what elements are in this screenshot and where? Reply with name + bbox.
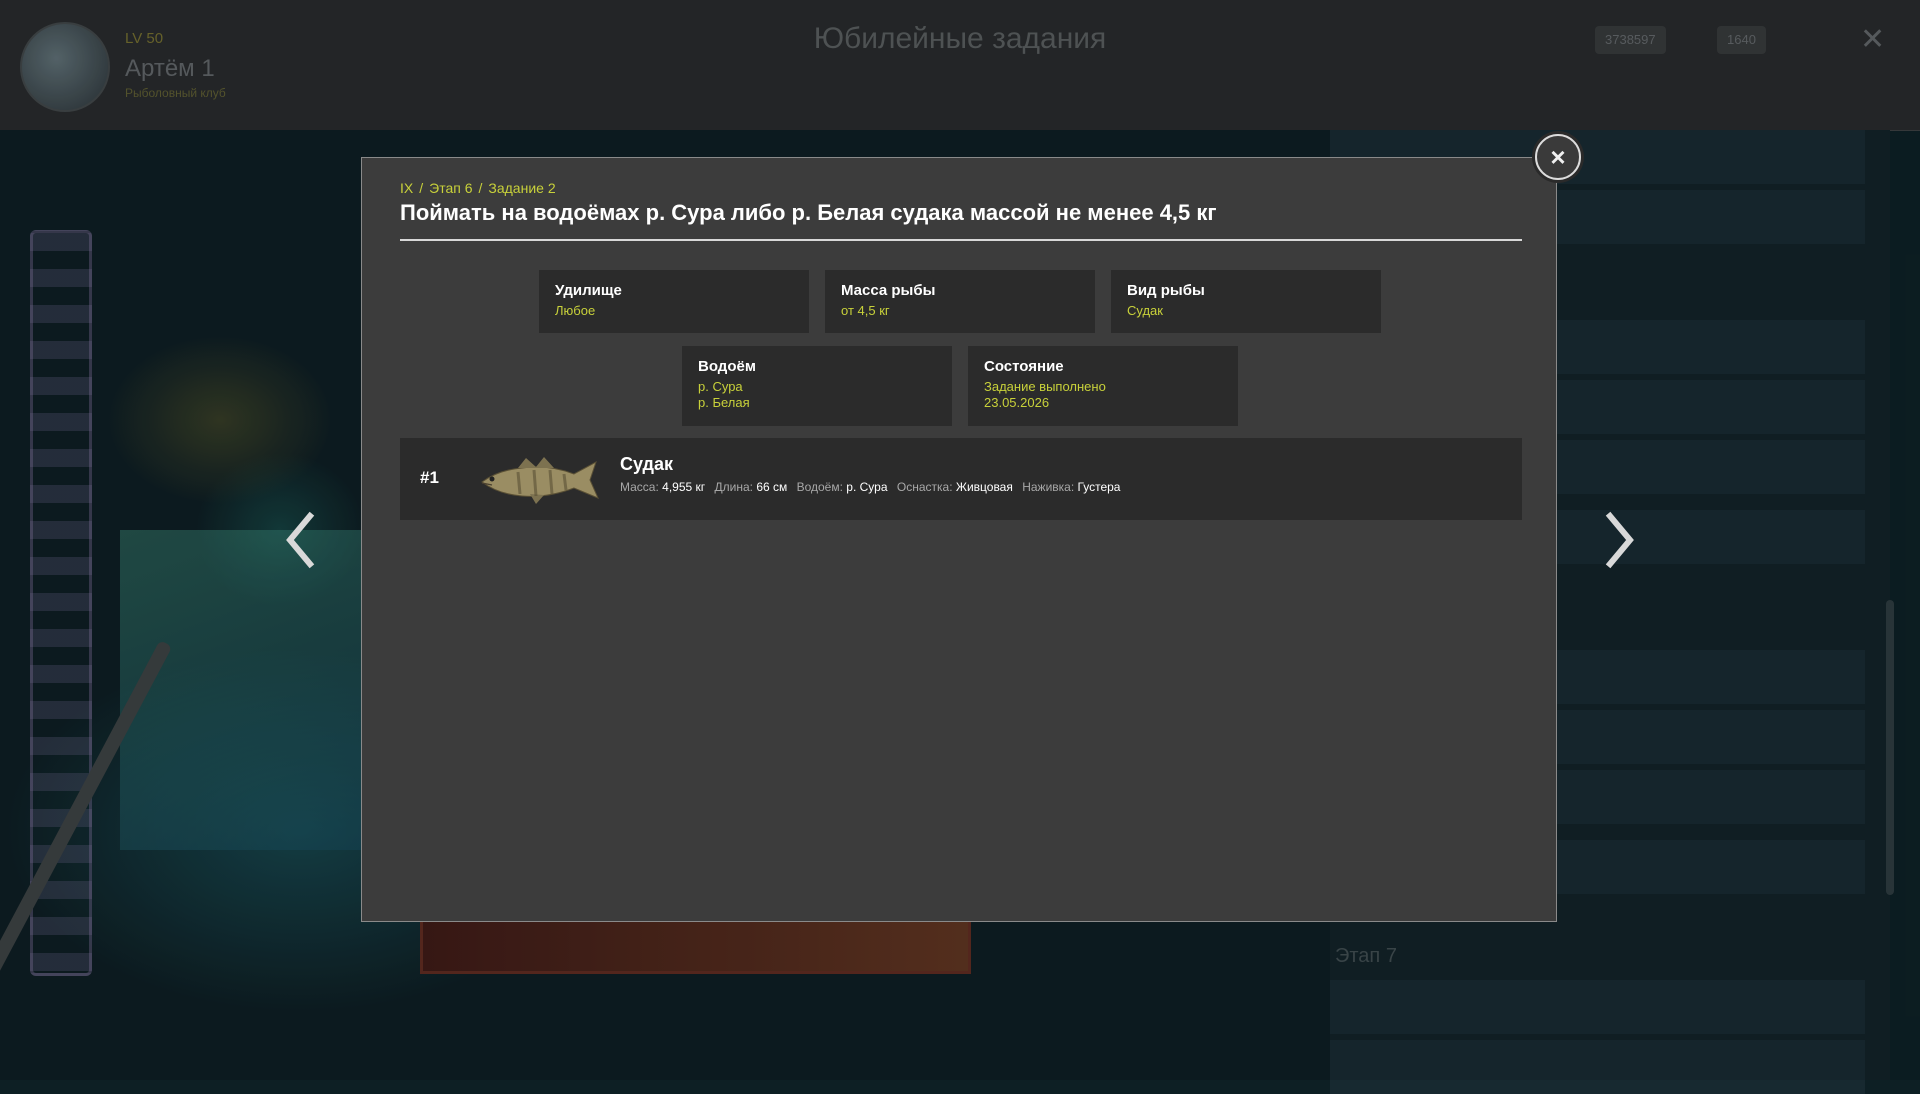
catch-number: #1 xyxy=(420,468,439,487)
mass-label: Масса: xyxy=(620,480,659,494)
condition-fish-mass: Масса рыбы от 4,5 кг xyxy=(825,270,1095,333)
condition-label: Удилище xyxy=(555,282,622,299)
close-icon: × xyxy=(1550,142,1566,172)
condition-label: Водоём xyxy=(698,358,756,375)
breadcrumb-separator: / xyxy=(419,180,424,196)
condition-label: Масса рыбы xyxy=(841,282,936,299)
title-divider xyxy=(400,239,1522,241)
tackle-value: Живцовая xyxy=(955,480,1013,494)
task-title: Поймать на водоёмах р. Сура либо р. Бела… xyxy=(400,200,1217,225)
water-value: р. Сура xyxy=(846,480,888,494)
length-value: 66 см xyxy=(756,480,788,494)
bait-value: Густера xyxy=(1077,480,1121,494)
breadcrumb-separator: / xyxy=(478,180,483,196)
condition-value: Любое xyxy=(555,303,596,318)
task-details-modal: IX / Этап 6 / Задание 2 Поймать на водоёмах … xyxy=(361,157,1557,922)
status-text: Задание выполнено xyxy=(984,379,1106,394)
completion-date: 23.05.2026 xyxy=(984,395,1050,410)
condition-value: р. Сура xyxy=(698,379,743,394)
condition-fish-species: Вид рыбы Судак xyxy=(1111,270,1381,333)
breadcrumb: IX / Этап 6 / Задание 2 xyxy=(400,180,556,196)
chevron-right-icon[interactable] xyxy=(1600,510,1640,570)
condition-label: Состояние xyxy=(984,358,1064,375)
bait-label: Наживка: xyxy=(1022,480,1075,494)
breadcrumb-level[interactable]: IX xyxy=(400,180,413,196)
close-button[interactable]: × xyxy=(1535,134,1581,180)
condition-value: Судак xyxy=(1127,303,1163,318)
condition-status: Состояние Задание выполнено 23.05.2026 xyxy=(968,346,1238,426)
zander-fish-icon xyxy=(478,452,602,506)
mass-value: 4,955 кг xyxy=(662,480,706,494)
condition-value: от 4,5 кг xyxy=(841,303,890,318)
chevron-left-icon[interactable] xyxy=(280,510,320,570)
tackle-label: Оснастка: xyxy=(896,480,953,494)
catch-details: Масса: 4,955 кг Длина: 66 см Водоём: р. … xyxy=(620,480,1126,494)
condition-water: Водоём р. Сура р. Белая xyxy=(682,346,952,426)
water-label: Водоём: xyxy=(796,480,843,494)
condition-rod: Удилище Любое xyxy=(539,270,809,333)
condition-label: Вид рыбы xyxy=(1127,282,1205,299)
breadcrumb-task[interactable]: Задание 2 xyxy=(488,180,555,196)
length-label: Длина: xyxy=(714,480,753,494)
breadcrumb-stage[interactable]: Этап 6 xyxy=(429,180,472,196)
condition-value: р. Белая xyxy=(698,395,750,410)
catch-fish-name: Судак xyxy=(620,454,674,474)
catch-row[interactable]: #1 Судак Масса: 4,955 кг Длина: 66 см Во… xyxy=(400,438,1522,520)
